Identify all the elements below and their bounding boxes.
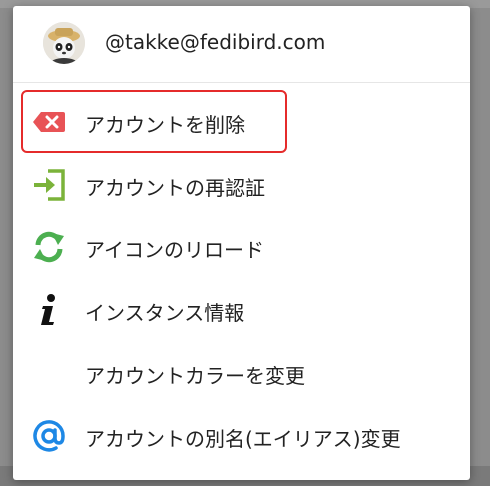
menu-item-reauthenticate[interactable]: アカウントの再認証 [13, 154, 470, 216]
menu-item-label: アカウントカラーを変更 [85, 364, 305, 388]
menu-item-reload-icon[interactable]: アイコンのリロード [13, 216, 470, 278]
account-name: @takke@fedibird.com [105, 30, 326, 54]
info-icon [31, 292, 67, 328]
menu-item-label: アカウントを削除 [85, 113, 245, 137]
header-divider [13, 82, 470, 83]
menu-item-change-alias[interactable]: アカウントの別名(エイリアス)変更 [13, 405, 470, 467]
login-icon [31, 167, 67, 203]
avatar [43, 22, 85, 64]
menu-item-delete-account[interactable]: アカウントを削除 [13, 91, 470, 153]
menu-item-label: アカウントの再認証 [85, 176, 265, 200]
menu-item-label: アカウントの別名(エイリアス)変更 [85, 427, 401, 451]
account-menu-dialog: @takke@fedibird.com アカウントを削除 アカウントの再認証 ア… [13, 6, 470, 480]
reload-icon [31, 229, 67, 265]
menu-item-label: アイコンのリロード [85, 238, 264, 262]
menu-header: @takke@fedibird.com [13, 6, 470, 81]
menu-item-instance-info[interactable]: インスタンス情報 [13, 279, 470, 341]
at-sign-icon [31, 418, 67, 454]
delete-account-icon [31, 104, 67, 140]
menu-item-label: インスタンス情報 [85, 301, 245, 325]
menu-item-change-color[interactable]: アカウントカラーを変更 [13, 342, 470, 404]
